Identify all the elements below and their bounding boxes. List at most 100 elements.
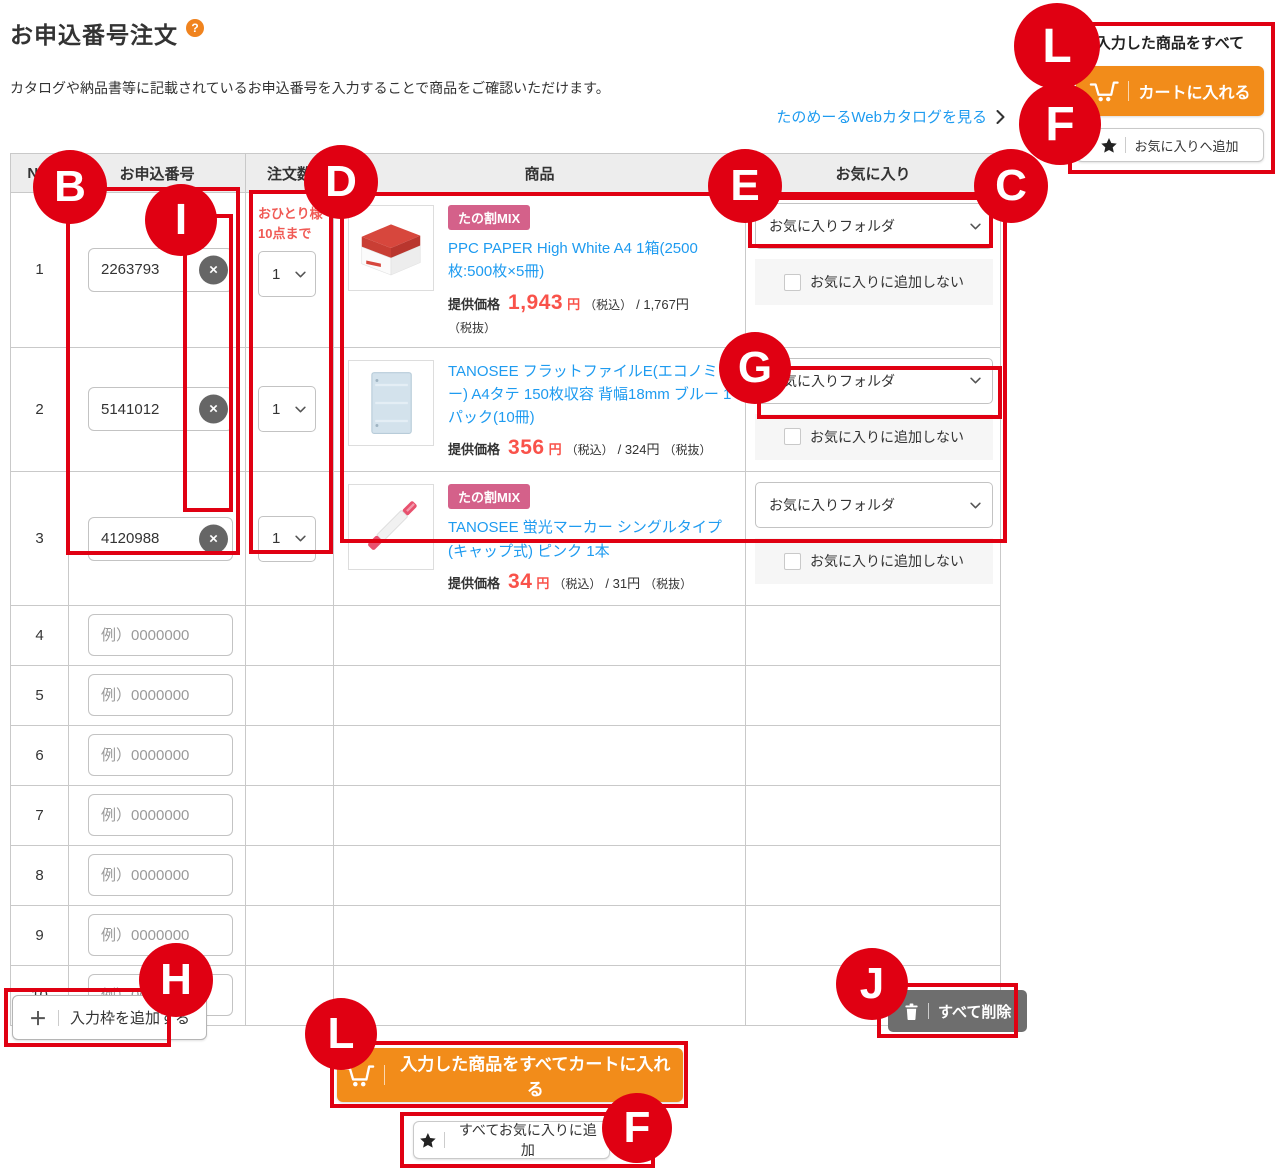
tax-incl-label: （税込） xyxy=(584,296,632,313)
no-favorite-option: お気に入りに追加しない xyxy=(755,259,993,305)
favorite-cell: お気に入りフォルダ お気に入りに追加しない xyxy=(747,194,999,313)
flat-file-image xyxy=(355,367,427,439)
product-name-link[interactable]: TANOSEE フラットファイルE(エコノミー) A4タテ 150枚収容 背幅1… xyxy=(448,360,734,430)
quantity-select[interactable]: 1 xyxy=(258,251,316,297)
table-row: 5 xyxy=(11,665,1001,725)
paper-box-image xyxy=(355,212,427,284)
table-row: 3 × 1 xyxy=(11,472,1001,606)
product-cell: たの割MIX PPC PAPER High White A4 1箱(2500枚:… xyxy=(335,194,744,346)
table-row: 4 xyxy=(11,605,1001,665)
quantity-select[interactable]: 1 xyxy=(258,386,316,432)
row-no: 3 xyxy=(11,472,69,606)
catalog-link[interactable]: たのめーるWebカタログを見る xyxy=(776,106,1005,127)
price-line: 提供価格 1,943 円 （税込） / 1,767円 （税抜） xyxy=(448,291,734,336)
catalog-link-label: たのめーるWebカタログを見る xyxy=(776,106,987,127)
table-row: 8 xyxy=(11,845,1001,905)
top-actions-heading: 入力した商品をすべて xyxy=(1076,32,1264,53)
row-no: 1 xyxy=(11,193,69,348)
cart-icon xyxy=(343,1063,375,1088)
annotation-badge-f-bottom: F xyxy=(602,1093,672,1163)
no-favorite-option: お気に入りに追加しない xyxy=(755,538,993,584)
add-all-to-cart-button[interactable]: 入力した商品をすべてカートに入れる xyxy=(337,1048,683,1102)
chevron-down-icon xyxy=(970,502,981,509)
price-label: 提供価格 xyxy=(448,439,500,458)
order-by-number-page: お申込番号注文 ? カタログや納品書等に記載されているお申込番号を入力することで… xyxy=(0,0,1280,1173)
table-row: 9 xyxy=(11,905,1001,965)
row-no: 5 xyxy=(11,665,69,725)
product-cell: TANOSEE フラットファイルE(エコノミー) A4タテ 150枚収容 背幅1… xyxy=(335,349,744,471)
order-number-input[interactable] xyxy=(88,674,233,716)
star-icon xyxy=(420,1133,436,1148)
header-order-number: お申込番号 xyxy=(69,154,246,193)
product-name-link[interactable]: PPC PAPER High White A4 1箱(2500枚:500枚×5冊… xyxy=(448,237,734,284)
top-actions-panel: 入力した商品をすべて カートに入れる お気に入りへ追加 xyxy=(1076,32,1264,162)
add-row-label: 入力枠を追加する xyxy=(70,1007,190,1028)
price-yen: 円 xyxy=(536,573,549,592)
price-line: 提供価格 34 円 （税込） / 31円 （税抜） xyxy=(448,570,734,594)
header-favorite: お気に入り xyxy=(746,154,1001,193)
page-title-row: お申込番号注文 ? xyxy=(10,16,204,50)
no-favorite-checkbox[interactable] xyxy=(784,553,801,570)
chevron-down-icon xyxy=(970,377,981,384)
order-number-input[interactable] xyxy=(88,614,233,656)
favorite-cell: お気に入りフォルダ お気に入りに追加しない xyxy=(747,473,999,592)
favorite-folder-select[interactable]: お気に入りフォルダ xyxy=(755,358,993,404)
quantity-select[interactable]: 1 xyxy=(258,516,316,562)
product-cell: たの割MIX TANOSEE 蛍光マーカー シングルタイプ(キャップ式) ピンク… xyxy=(335,473,744,604)
no-favorite-checkbox[interactable] xyxy=(784,428,801,445)
row-no: 6 xyxy=(11,725,69,785)
star-icon xyxy=(1101,138,1117,153)
help-icon[interactable]: ? xyxy=(186,19,204,37)
button-divider xyxy=(444,1132,445,1148)
product-image[interactable] xyxy=(348,205,434,291)
order-number-input[interactable] xyxy=(88,854,233,896)
price-line: 提供価格 356 円 （税込） / 324円 （税抜） xyxy=(448,436,734,460)
order-number-field: × xyxy=(88,517,233,561)
button-divider xyxy=(1125,137,1126,153)
clear-input-button[interactable]: × xyxy=(199,524,228,553)
clear-input-button[interactable]: × xyxy=(199,395,228,424)
no-favorite-label: お気に入りに追加しない xyxy=(810,427,964,447)
price-incl-value: 1,943 xyxy=(508,291,563,315)
product-image[interactable] xyxy=(348,360,434,446)
add-all-to-cart-label: 入力した商品をすべてカートに入れる xyxy=(394,1050,677,1100)
order-number-input[interactable] xyxy=(88,794,233,836)
tax-incl-label: （税込） xyxy=(566,441,614,458)
button-divider xyxy=(928,1003,929,1019)
delete-all-button[interactable]: すべて削除 xyxy=(888,990,1027,1032)
add-row-button[interactable]: ＋ 入力枠を追加する xyxy=(12,995,207,1040)
no-favorite-checkbox[interactable] xyxy=(784,274,801,291)
price-excl-value: / 31円 xyxy=(605,573,640,592)
order-number-input[interactable] xyxy=(88,734,233,776)
add-to-cart-label: カートに入れる xyxy=(1138,79,1250,103)
price-label: 提供価格 xyxy=(448,294,500,313)
price-yen: 円 xyxy=(567,294,580,313)
order-number-input[interactable] xyxy=(88,914,233,956)
product-info: たの割MIX TANOSEE 蛍光マーカー シングルタイプ(キャップ式) ピンク… xyxy=(448,484,734,594)
table-header-row: No. お申込番号 注文数 商品 お気に入り xyxy=(11,154,1001,193)
chevron-right-icon xyxy=(996,110,1005,124)
marker-pen-image xyxy=(355,491,427,563)
row-no: 7 xyxy=(11,785,69,845)
chevron-down-icon xyxy=(295,271,306,278)
add-to-favorites-button[interactable]: お気に入りへ追加 xyxy=(1076,128,1264,162)
add-to-cart-button[interactable]: カートに入れる xyxy=(1076,66,1264,116)
row-no: 2 xyxy=(11,347,69,472)
delete-all-label: すべて削除 xyxy=(938,1001,1011,1022)
add-to-favorites-label: お気に入りへ追加 xyxy=(1134,136,1238,155)
favorite-folder-select[interactable]: お気に入りフォルダ xyxy=(755,203,993,249)
cart-icon xyxy=(1089,79,1119,103)
chevron-down-icon xyxy=(970,223,981,230)
tax-excl-label: （税抜） xyxy=(448,319,496,336)
product-info: TANOSEE フラットファイルE(エコノミー) A4タテ 150枚収容 背幅1… xyxy=(448,360,734,461)
clear-input-button[interactable]: × xyxy=(199,255,228,284)
product-name-link[interactable]: TANOSEE 蛍光マーカー シングルタイプ(キャップ式) ピンク 1本 xyxy=(448,516,734,563)
favorite-folder-select[interactable]: お気に入りフォルダ xyxy=(755,482,993,528)
plus-icon: ＋ xyxy=(29,1005,47,1031)
price-label: 提供価格 xyxy=(448,573,500,592)
table-row: 1 × おひとり様 10点まで 1 xyxy=(11,193,1001,348)
add-all-to-favorites-button[interactable]: すべてお気に入りに追加 xyxy=(413,1121,610,1159)
table-row: 7 xyxy=(11,785,1001,845)
header-product: 商品 xyxy=(334,154,746,193)
product-image[interactable] xyxy=(348,484,434,570)
